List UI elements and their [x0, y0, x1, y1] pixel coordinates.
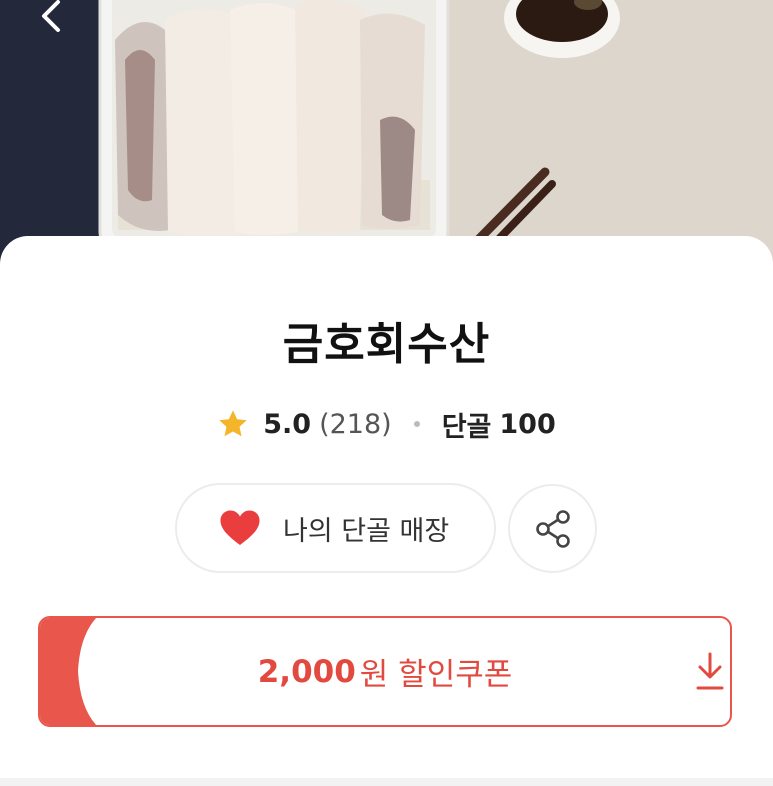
separator-dot — [413, 421, 420, 427]
regular-customers-count: 100 — [499, 408, 556, 440]
heart-icon — [220, 510, 260, 545]
share-icon — [535, 509, 570, 548]
chevron-left-icon — [42, 0, 60, 32]
hero-photo — [0, 0, 773, 270]
store-info-card: 금호회수산 5.0 (218) 단골 100 나의 단골 매장 2,000 원 … — [0, 236, 773, 778]
favorite-store-label: 나의 단골 매장 — [283, 515, 450, 547]
store-name: 금호회수산 — [282, 319, 491, 370]
review-count[interactable]: (218) — [319, 409, 392, 440]
favorite-store-button[interactable]: 나의 단골 매장 — [175, 483, 496, 573]
share-button[interactable] — [508, 484, 597, 573]
coupon-amount: 2,000 — [257, 653, 356, 690]
coupon-label: 원 할인쿠폰 — [359, 657, 513, 693]
download-icon[interactable] — [695, 650, 725, 694]
back-button[interactable] — [30, 0, 70, 36]
coupon-text: 2,000 원 할인쿠폰 — [40, 618, 730, 725]
sashimi-photo — [0, 0, 773, 270]
rating-score: 5.0 — [263, 408, 312, 440]
star-icon — [219, 410, 247, 437]
discount-coupon-button[interactable]: 2,000 원 할인쿠폰 — [38, 616, 732, 727]
regular-customers-label: 단골 — [441, 411, 492, 443]
rating-row: 5.0 (218) 단골 100 — [0, 404, 773, 444]
